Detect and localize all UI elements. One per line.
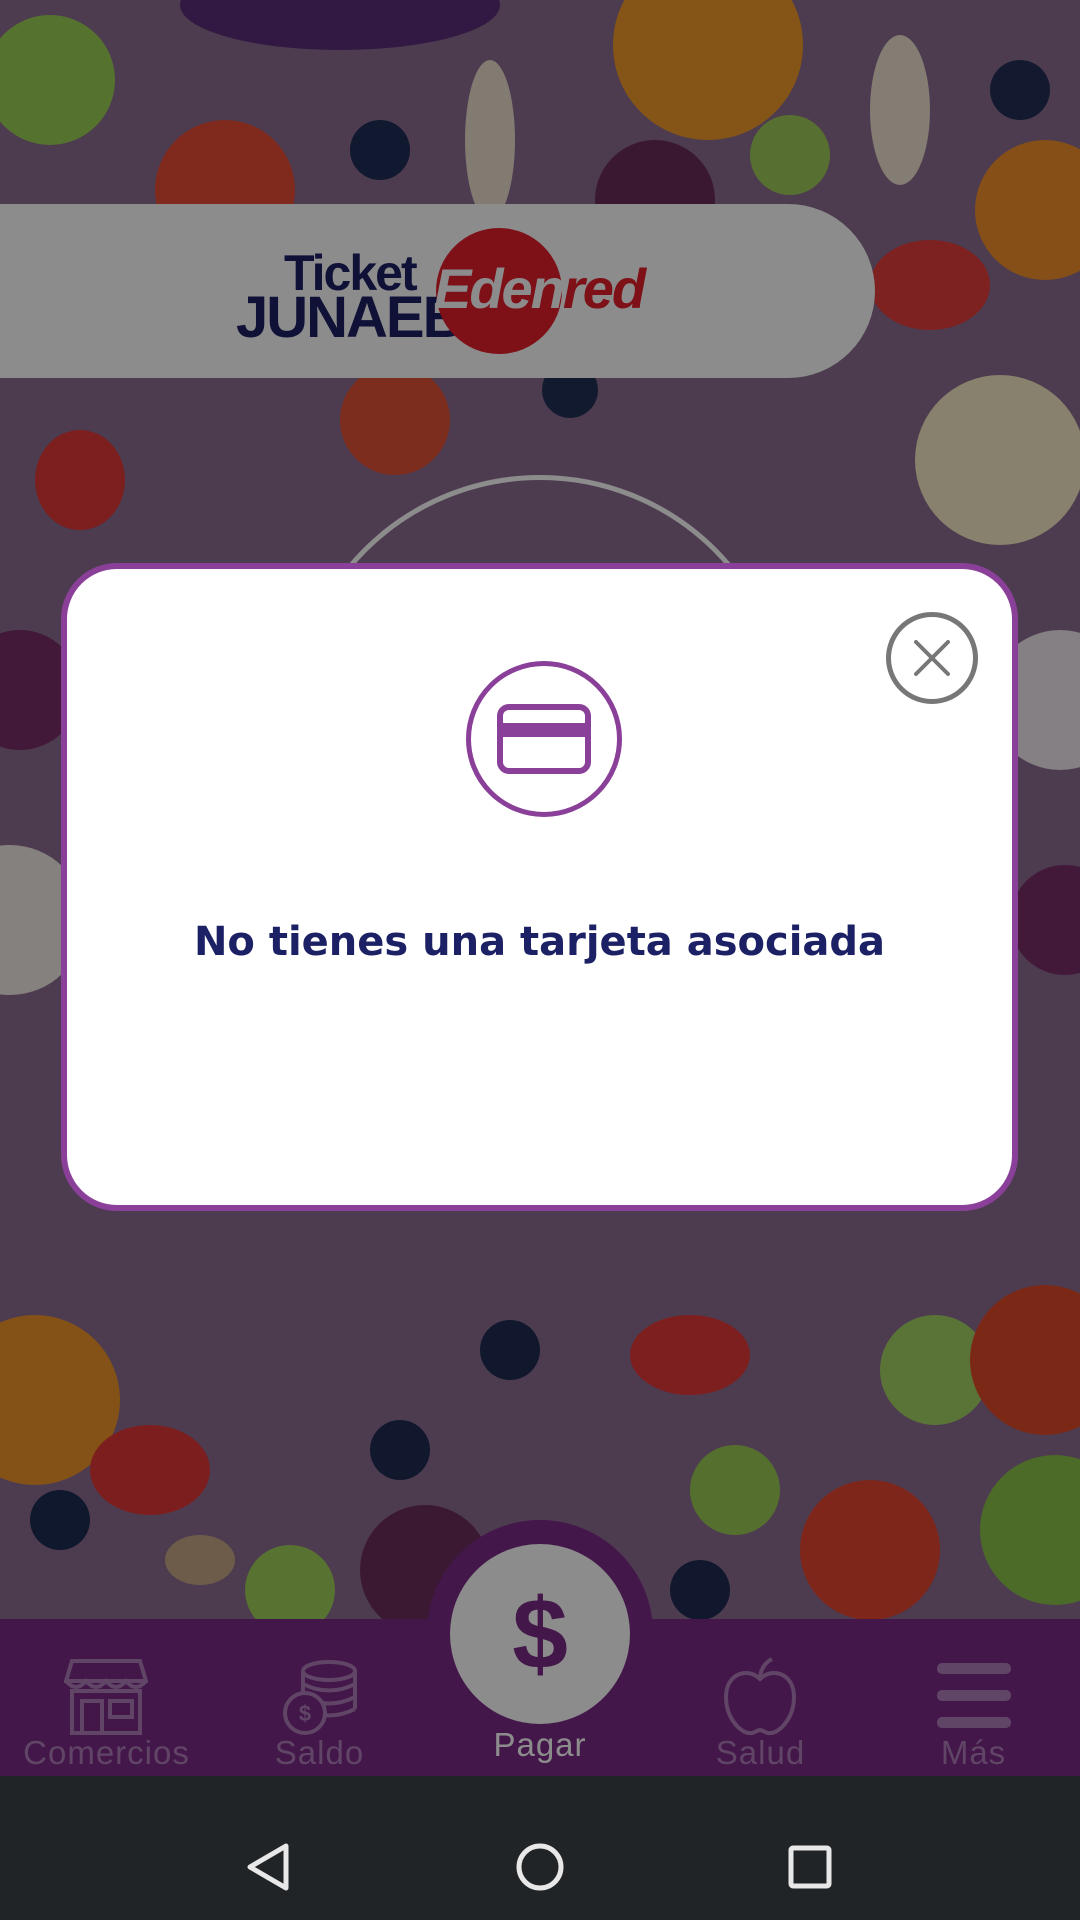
close-button[interactable] [886, 612, 978, 704]
credit-card-icon [497, 704, 591, 774]
back-icon[interactable] [247, 1843, 289, 1891]
no-card-dialog: No tienes una tarjeta asociada [61, 563, 1018, 1211]
system-nav-icons [247, 1843, 832, 1891]
system-navigation-bar [0, 1776, 1080, 1920]
dialog-message: No tienes una tarjeta asociada [193, 919, 886, 965]
close-icon [914, 640, 950, 676]
home-icon[interactable] [516, 1843, 564, 1891]
recents-icon[interactable] [788, 1845, 832, 1889]
credit-card-icon-badge [466, 661, 622, 817]
